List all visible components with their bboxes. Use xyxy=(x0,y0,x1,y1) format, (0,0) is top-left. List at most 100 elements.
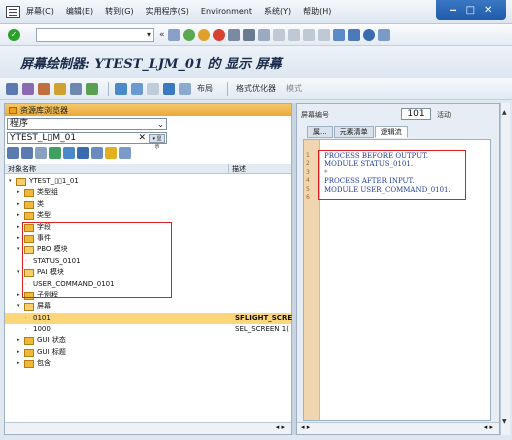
tree-row[interactable]: ▾ YTEST_▯▯1_01 xyxy=(5,176,291,187)
menu-screen[interactable]: 屏幕(C) xyxy=(26,6,54,17)
tree-row[interactable]: ▸ 类型 xyxy=(5,210,291,221)
collapsed-node-icon[interactable]: ▸ xyxy=(17,199,20,210)
scroll-up-icon[interactable]: ▲ xyxy=(502,109,507,116)
menu-help[interactable]: 帮助(H) xyxy=(303,6,331,17)
standard-toolbar: ✓ ▾ « xyxy=(0,24,512,46)
tree-row[interactable]: · 1000 SEL_SCREEN 1( xyxy=(5,324,291,335)
close-icon[interactable]: ✕ xyxy=(484,5,492,16)
collapsed-node-icon[interactable]: ▸ xyxy=(17,335,20,346)
tree-row[interactable]: ▸ GUI 标题 xyxy=(5,347,291,358)
tree-row[interactable]: ▸ GUI 状态 xyxy=(5,335,291,346)
tree-row[interactable]: ▸ 类 xyxy=(5,199,291,210)
new-session-icon[interactable] xyxy=(332,28,345,41)
display-change-icon[interactable] xyxy=(38,82,50,95)
tree-row[interactable]: · 0101 SFLIGHT_SCRE xyxy=(5,312,292,325)
history-icon[interactable]: « xyxy=(159,30,165,40)
expanded-node-icon[interactable]: ▾ xyxy=(17,244,20,255)
col-object-name[interactable]: 对象名称 xyxy=(5,164,229,173)
expanded-node-icon[interactable]: ▾ xyxy=(9,176,12,187)
element-list-icon[interactable] xyxy=(147,82,159,95)
tab-flow-logic[interactable]: 逻辑流 xyxy=(374,126,408,138)
collapsed-node-icon[interactable]: ▸ xyxy=(17,290,20,301)
menu-goto[interactable]: 转到(G) xyxy=(105,6,133,17)
collapse-icon[interactable] xyxy=(63,147,75,159)
find-icon[interactable] xyxy=(77,147,89,159)
clear-icon[interactable]: ✕ xyxy=(138,133,146,144)
maximize-icon[interactable]: □ xyxy=(466,5,475,16)
back-icon[interactable] xyxy=(182,28,195,41)
repository-browser-header[interactable]: 资源库浏览器 xyxy=(5,104,291,116)
forward-icon[interactable] xyxy=(21,147,33,159)
prev-page-icon[interactable] xyxy=(287,28,300,41)
scroll-arrows-icon[interactable]: ◂ ▸ xyxy=(484,423,493,431)
collapsed-node-icon[interactable]: ▸ xyxy=(17,187,20,198)
exit-icon[interactable] xyxy=(197,28,210,41)
shortcut-icon[interactable] xyxy=(347,28,360,41)
active-inactive-icon[interactable] xyxy=(54,82,66,95)
tree-row[interactable]: ▾ 屏幕 xyxy=(5,301,291,312)
tree-node-label: GUI 标题 xyxy=(37,347,66,356)
back-arrow-icon[interactable] xyxy=(6,82,18,95)
collapsed-node-icon[interactable]: ▸ xyxy=(17,358,20,369)
test-icon[interactable] xyxy=(131,82,143,95)
collapsed-node-icon[interactable]: ▸ xyxy=(17,233,20,244)
check-icon[interactable] xyxy=(70,82,82,95)
menu-environment[interactable]: Environment xyxy=(201,7,252,16)
first-page-icon[interactable] xyxy=(272,28,285,41)
layout-menu-icon[interactable] xyxy=(377,28,390,41)
collapsed-node-icon[interactable]: · xyxy=(25,313,27,324)
attributes-button[interactable]: 格式优化器 xyxy=(236,83,276,94)
find-icon[interactable] xyxy=(242,28,255,41)
window-menu-icon[interactable] xyxy=(6,5,20,18)
expand-icon[interactable] xyxy=(49,147,61,159)
scroll-down-icon[interactable]: ▼ xyxy=(502,418,507,425)
object-name-input[interactable]: YTEST_L▯M_01 ✕ ▾ 显示 xyxy=(7,132,167,150)
display-button[interactable]: ▾ 显示 xyxy=(149,134,165,150)
collapsed-node-icon[interactable]: ▸ xyxy=(17,210,20,221)
command-field[interactable]: ▾ xyxy=(36,27,154,42)
info-icon[interactable] xyxy=(163,82,175,95)
find-next-icon[interactable] xyxy=(257,28,270,41)
up-level-icon[interactable] xyxy=(35,147,47,159)
print-icon[interactable] xyxy=(227,28,240,41)
next-page-icon[interactable] xyxy=(302,28,315,41)
tree-row[interactable]: ▸ 包含 xyxy=(5,358,291,369)
vertical-scrollbar[interactable]: ▲ ▼ xyxy=(500,103,510,435)
last-page-icon[interactable] xyxy=(317,28,330,41)
col-description[interactable]: 描述 xyxy=(229,164,246,173)
tab-element-list[interactable]: 元素清单 xyxy=(333,126,374,138)
scroll-arrows-icon[interactable]: ◂ ▸ xyxy=(276,423,285,431)
mode-button[interactable]: 模式 xyxy=(286,83,302,94)
menu-system[interactable]: 系统(Y) xyxy=(264,6,291,17)
layout-arrow-icon[interactable] xyxy=(179,82,191,95)
save-icon[interactable] xyxy=(167,28,180,41)
horizontal-scrollbar[interactable]: ◂ ▸ xyxy=(5,422,291,434)
activate-icon[interactable] xyxy=(86,82,98,95)
editor-horizontal-scrollbar[interactable]: ◂ ▸ ◂ ▸ xyxy=(297,422,499,434)
screen-number-field[interactable]: 101 xyxy=(401,108,431,120)
scroll-arrows-icon[interactable]: ◂ ▸ xyxy=(301,423,310,431)
refresh-icon[interactable] xyxy=(119,147,131,159)
minimize-icon[interactable]: ‒ xyxy=(450,5,457,16)
menu-edit[interactable]: 编辑(E) xyxy=(66,6,93,17)
expanded-node-icon[interactable]: ▾ xyxy=(17,267,20,278)
collapsed-node-icon[interactable]: ▸ xyxy=(17,347,20,358)
favorites-icon[interactable] xyxy=(105,147,117,159)
tree-row[interactable]: ▸ 类型组 xyxy=(5,187,291,198)
other-object-icon[interactable] xyxy=(22,82,34,95)
help-icon[interactable] xyxy=(362,28,375,41)
layout-button[interactable]: 布局 xyxy=(197,83,213,94)
collapsed-node-icon[interactable]: · xyxy=(25,324,27,335)
cancel-icon[interactable] xyxy=(212,28,225,41)
menu-utilities[interactable]: 实用程序(S) xyxy=(146,6,189,17)
chevron-down-icon[interactable]: ▾ xyxy=(147,30,151,39)
tab-attributes[interactable]: 属... xyxy=(307,126,333,138)
collapsed-node-icon[interactable]: ▸ xyxy=(17,222,20,233)
where-used-icon[interactable] xyxy=(115,82,127,95)
hierarchy-icon[interactable] xyxy=(91,147,103,159)
object-type-select[interactable]: 程序 ⌄ xyxy=(7,118,167,130)
enter-icon[interactable]: ✓ xyxy=(8,28,20,41)
back-icon[interactable] xyxy=(7,147,19,159)
chevron-down-icon[interactable]: ⌄ xyxy=(157,119,164,130)
expanded-node-icon[interactable]: ▾ xyxy=(17,301,20,312)
